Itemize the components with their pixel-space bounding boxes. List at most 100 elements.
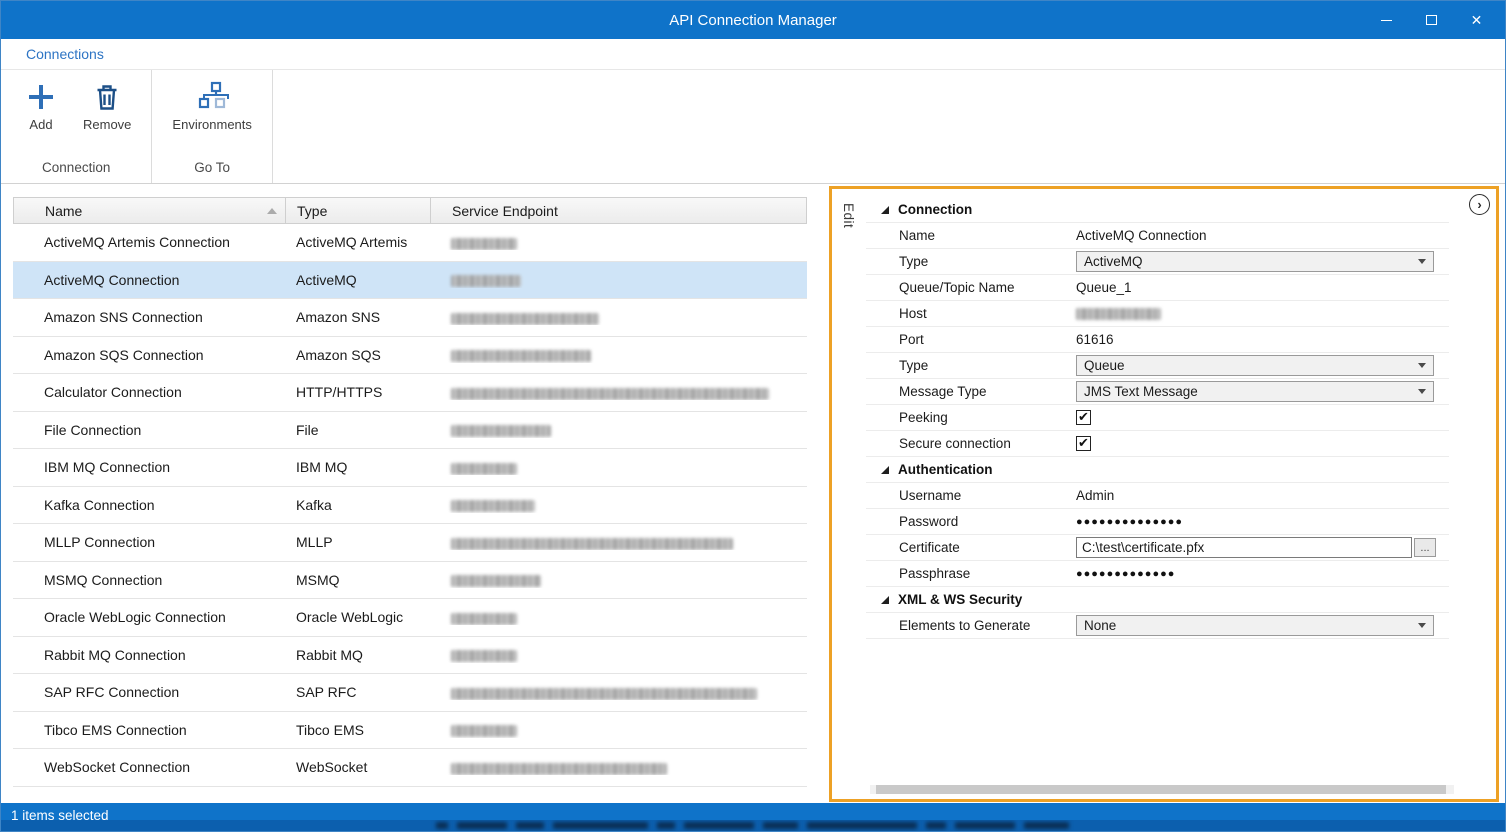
connection-name: Amazon SNS Connection — [13, 309, 285, 325]
secure-connection-checkbox[interactable]: ✔ — [1076, 436, 1091, 451]
section-header-authentication[interactable]: Authentication — [866, 457, 1449, 483]
message-type-label: Message Type — [866, 384, 1073, 399]
connection-name: Rabbit MQ Connection — [13, 647, 285, 663]
chevron-right-icon: › — [1477, 197, 1481, 212]
connection-type: Tibco EMS — [285, 722, 430, 738]
port-value[interactable]: 61616 — [1073, 332, 1449, 347]
connection-name: ActiveMQ Artemis Connection — [13, 234, 285, 250]
horizontal-scrollbar[interactable] — [870, 785, 1454, 794]
edit-panel: Edit › Connection Name ActiveMQ Connecti… — [829, 186, 1499, 802]
type-dropdown[interactable]: ActiveMQ — [1076, 251, 1434, 272]
field-row-password: Password ●●●●●●●●●●●●●● — [866, 509, 1449, 535]
connection-endpoint — [430, 684, 807, 700]
name-value[interactable]: ActiveMQ Connection — [1073, 228, 1449, 243]
passphrase-value[interactable]: ●●●●●●●●●●●●● — [1076, 568, 1175, 580]
table-row[interactable]: File Connection File — [13, 412, 807, 450]
edit-panel-body: Connection Name ActiveMQ Connection Type… — [866, 197, 1449, 639]
password-label: Password — [866, 514, 1073, 529]
minimize-button[interactable] — [1364, 1, 1409, 39]
ribbon-group-connection: Add Remove Connection — [1, 70, 152, 183]
column-header-type[interactable]: Type — [286, 198, 431, 223]
chevron-down-icon — [1418, 363, 1426, 368]
sort-ascending-icon — [267, 208, 277, 214]
table-row[interactable]: Calculator Connection HTTP/HTTPS — [13, 374, 807, 412]
table-header: Name Type Service Endpoint — [13, 197, 807, 224]
remove-button[interactable]: Remove — [77, 74, 137, 134]
connection-name: MLLP Connection — [13, 534, 285, 550]
browse-button[interactable]: ... — [1414, 538, 1436, 557]
connection-endpoint — [430, 759, 807, 775]
table-row[interactable]: MSMQ Connection MSMQ — [13, 562, 807, 600]
taskbar-redacted — [436, 822, 1069, 829]
connection-name: SAP RFC Connection — [13, 684, 285, 700]
table-body: ActiveMQ Artemis Connection ActiveMQ Art… — [13, 224, 807, 787]
queue-type-dropdown[interactable]: Queue — [1076, 355, 1434, 376]
scrollbar-thumb[interactable] — [876, 785, 1446, 794]
connection-type: MLLP — [285, 534, 430, 550]
elements-to-generate-dropdown[interactable]: None — [1076, 615, 1434, 636]
host-value[interactable] — [1073, 308, 1449, 320]
table-row[interactable]: IBM MQ Connection IBM MQ — [13, 449, 807, 487]
redacted-endpoint — [451, 613, 517, 625]
remove-label: Remove — [83, 117, 131, 132]
connection-type: MSMQ — [285, 572, 430, 588]
peeking-checkbox[interactable]: ✔ — [1076, 410, 1091, 425]
field-row-elements-to-generate: Elements to Generate None — [866, 613, 1449, 639]
table-row[interactable]: Kafka Connection Kafka — [13, 487, 807, 525]
passphrase-label: Passphrase — [866, 566, 1073, 581]
table-row[interactable]: MLLP Connection MLLP — [13, 524, 807, 562]
table-row[interactable]: Amazon SNS Connection Amazon SNS — [13, 299, 807, 337]
connection-endpoint — [430, 272, 807, 288]
message-type-dropdown[interactable]: JMS Text Message — [1076, 381, 1434, 402]
window-title: API Connection Manager — [1, 1, 1505, 39]
table-row[interactable]: Oracle WebLogic Connection Oracle WebLog… — [13, 599, 807, 637]
redacted-endpoint — [451, 388, 769, 400]
table-row[interactable]: Tibco EMS Connection Tibco EMS — [13, 712, 807, 750]
column-header-name[interactable]: Name — [14, 198, 286, 223]
edit-panel-tab[interactable]: Edit — [832, 189, 866, 799]
field-row-name: Name ActiveMQ Connection — [866, 223, 1449, 249]
connection-type: Amazon SNS — [285, 309, 430, 325]
chevron-down-icon — [1418, 623, 1426, 628]
close-button[interactable]: ✕ — [1454, 1, 1499, 39]
column-header-service-endpoint[interactable]: Service Endpoint — [431, 198, 806, 223]
queue-topic-name-value[interactable]: Queue_1 — [1073, 280, 1449, 295]
connection-endpoint — [430, 572, 807, 588]
password-value[interactable]: ●●●●●●●●●●●●●● — [1076, 516, 1183, 528]
elements-to-generate-label: Elements to Generate — [866, 618, 1073, 633]
certificate-input[interactable]: C:\test\certificate.pfx — [1076, 537, 1412, 558]
environments-button[interactable]: Environments — [166, 74, 257, 134]
redacted-endpoint — [451, 350, 591, 362]
username-value[interactable]: Admin — [1073, 488, 1449, 503]
minimize-icon — [1381, 20, 1392, 21]
environments-icon — [195, 80, 229, 114]
certificate-label: Certificate — [866, 540, 1073, 555]
connection-endpoint — [430, 422, 807, 438]
redacted-host — [1076, 308, 1161, 320]
redacted-endpoint — [451, 575, 541, 587]
main-area: Name Type Service Endpoint ActiveMQ Arte… — [1, 185, 1505, 793]
section-header-connection[interactable]: Connection — [866, 197, 1449, 223]
table-row[interactable]: WebSocket Connection WebSocket — [13, 749, 807, 787]
ribbon-group-goto: Environments Go To — [152, 70, 272, 183]
connection-endpoint — [430, 534, 807, 550]
maximize-icon — [1426, 15, 1437, 25]
queue-topic-name-label: Queue/Topic Name — [866, 280, 1073, 295]
section-header-xml-ws-security[interactable]: XML & WS Security — [866, 587, 1449, 613]
table-row[interactable]: Rabbit MQ Connection Rabbit MQ — [13, 637, 807, 675]
taskbar-strip — [1, 820, 1505, 831]
add-button[interactable]: Add — [15, 74, 67, 134]
table-row[interactable]: Amazon SQS Connection Amazon SQS — [13, 337, 807, 375]
field-row-certificate: Certificate C:\test\certificate.pfx ... — [866, 535, 1449, 561]
field-row-message-type: Message Type JMS Text Message — [866, 379, 1449, 405]
check-icon: ✔ — [1078, 436, 1089, 449]
tab-connections[interactable]: Connections — [26, 46, 104, 62]
maximize-button[interactable] — [1409, 1, 1454, 39]
table-row-selected[interactable]: ActiveMQ Connection ActiveMQ — [13, 262, 807, 300]
table-row[interactable]: ActiveMQ Artemis Connection ActiveMQ Art… — [13, 224, 807, 262]
expander-icon — [881, 206, 889, 214]
connection-endpoint — [430, 497, 807, 513]
collapse-panel-button[interactable]: › — [1469, 194, 1490, 215]
redacted-endpoint — [451, 238, 517, 250]
table-row[interactable]: SAP RFC Connection SAP RFC — [13, 674, 807, 712]
